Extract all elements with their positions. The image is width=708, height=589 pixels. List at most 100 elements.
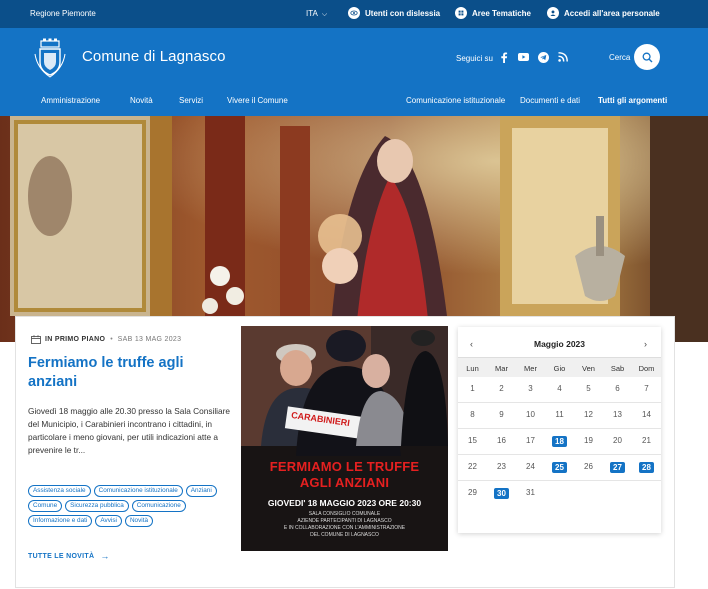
thematic-areas-label: Aree Tematiche — [472, 8, 531, 18]
tag-comune[interactable]: Comune — [28, 500, 63, 512]
calendar-day[interactable]: 2 — [487, 384, 516, 393]
nav-item-comunicazione-istituzionale[interactable]: Comunicazione istituzionale — [406, 96, 505, 105]
language-selector[interactable]: ITA ⌵ — [306, 9, 327, 19]
weekday-label: Mer — [524, 364, 537, 373]
facebook-icon[interactable] — [498, 51, 510, 63]
calendar-day[interactable]: 18 — [545, 436, 574, 447]
all-news-link[interactable]: TUTTE LE NOVITÀ → — [28, 551, 110, 561]
calendar-day[interactable]: 17 — [516, 436, 545, 445]
calendar-day[interactable]: 22 — [458, 462, 487, 471]
calendar-day[interactable]: 10 — [516, 410, 545, 419]
calendar-day[interactable]: 19 — [574, 436, 603, 445]
news-title[interactable]: Fermiamo le truffe agli anziani — [28, 354, 228, 392]
nav-item-novita[interactable]: Novità — [130, 96, 153, 105]
weekday-label: Ven — [582, 364, 595, 373]
news-poster-image[interactable]: CARABINIERI FERMIAMO LE TRUFFE AGLI ANZI… — [241, 326, 448, 551]
calendar-day[interactable]: 6 — [603, 384, 632, 393]
calendar-day[interactable]: 16 — [487, 436, 516, 445]
calendar-day[interactable]: 25 — [545, 462, 574, 473]
calendar-day[interactable]: 11 — [545, 410, 574, 419]
weekday-label: Lun — [466, 364, 479, 373]
tag-assistenza-sociale[interactable]: Assistenza sociale — [28, 485, 91, 497]
tag-informazione-e-dati[interactable]: Informazione e dati — [28, 515, 93, 527]
calendar-day[interactable]: 30 — [487, 488, 516, 499]
calendar-icon — [31, 335, 41, 344]
event-day-badge: 30 — [494, 488, 509, 499]
search-icon — [642, 52, 652, 62]
tag-avvisi[interactable]: Avvisi — [95, 515, 122, 527]
tag-comunicazione[interactable]: Comunicazione — [131, 500, 186, 512]
calendar-day[interactable]: 29 — [458, 488, 487, 497]
calendar-day[interactable]: 26 — [574, 462, 603, 471]
calendar-day[interactable]: 9 — [487, 410, 516, 419]
calendar-day[interactable]: 3 — [516, 384, 545, 393]
poster-detail-1: SALA CONSIGLIO COMUNALE — [308, 511, 381, 517]
poster-detail-2: AZIENDE PARTECIPANTI DI LAGNASCO — [297, 518, 392, 524]
youtube-icon[interactable] — [517, 51, 529, 63]
search-button[interactable] — [634, 44, 660, 70]
news-tags: Assistenza sociale Comunicazione istituz… — [28, 485, 233, 527]
calendar-day[interactable]: 27 — [603, 462, 632, 473]
tag-comunicazione-istituzionale[interactable]: Comunicazione istituzionale — [93, 485, 183, 497]
arrow-right-icon: → — [100, 551, 110, 561]
calendar-day[interactable]: 13 — [603, 410, 632, 419]
region-link[interactable]: Regione Piemonte — [30, 9, 96, 18]
thematic-areas-link[interactable]: Aree Tematiche — [455, 7, 531, 19]
weekday-label: Gio — [553, 364, 566, 373]
site-header: Comune di Lagnasco Seguici su Cerca Ammi… — [0, 28, 708, 116]
dyslexia-label: Utenti con dislessia — [365, 8, 441, 18]
nav-item-vivere-il-comune[interactable]: Vivere il Comune — [227, 96, 288, 105]
poster-detail-3: E IN COLLABORAZIONE CON L'AMMINISTRAZION… — [283, 525, 406, 531]
events-calendar: ‹ Maggio 2023 › Lun Mar Mer Gio Ven Sab … — [458, 327, 661, 533]
poster-date: GIOVEDI' 18 MAGGIO 2023 ORE 20:30 — [267, 498, 422, 508]
calendar-row-divider — [458, 454, 661, 455]
calendar-day[interactable]: 7 — [632, 384, 661, 393]
news-date: SAB 13 MAG 2023 — [117, 336, 182, 343]
nav-item-amministrazione[interactable]: Amministrazione — [41, 96, 100, 105]
calendar-next-button[interactable]: › — [644, 339, 647, 349]
calendar-day[interactable]: 14 — [632, 410, 661, 419]
calendar-day[interactable]: 23 — [487, 462, 516, 471]
calendar-day[interactable]: 31 — [516, 488, 545, 497]
personal-area-label: Accedi all'area personale — [564, 8, 660, 18]
municipality-crest-icon[interactable] — [33, 38, 67, 78]
calendar-day[interactable]: 20 — [603, 436, 632, 445]
calendar-weekdays: Lun Mar Mer Gio Ven Sab Dom — [458, 357, 661, 377]
news-category: IN PRIMO PIANO — [45, 336, 106, 343]
all-news-label: TUTTE LE NOVITÀ — [28, 552, 95, 560]
weekday-label: Dom — [638, 364, 655, 373]
poster-detail-4: DEL COMUNE DI LAGNASCO — [310, 532, 379, 538]
telegram-icon[interactable] — [537, 51, 549, 63]
calendar-day[interactable]: 12 — [574, 410, 603, 419]
calendar-day[interactable]: 15 — [458, 436, 487, 445]
tag-anziani[interactable]: Anziani — [185, 485, 217, 497]
calendar-day[interactable]: 21 — [632, 436, 661, 445]
rss-icon[interactable] — [557, 51, 569, 63]
calendar-day[interactable]: 4 — [545, 384, 574, 393]
tag-sicurezza-pubblica[interactable]: Sicurezza pubblica — [65, 500, 129, 512]
nav-item-servizi[interactable]: Servizi — [179, 96, 203, 105]
separator: • — [110, 336, 113, 343]
chevron-down-icon: ⌵ — [321, 11, 328, 18]
poster-headline-1: FERMIAMO LE TRUFFE — [269, 459, 420, 474]
tag-novita[interactable]: Novità — [124, 515, 154, 527]
site-title[interactable]: Comune di Lagnasco — [82, 48, 226, 65]
calendar-day[interactable]: 8 — [458, 410, 487, 419]
nav-item-documenti-e-dati[interactable]: Documenti e dati — [520, 96, 580, 105]
calendar-day[interactable]: 1 — [458, 384, 487, 393]
event-day-badge: 28 — [639, 462, 654, 473]
calendar-row-divider — [458, 402, 661, 403]
personal-area-link[interactable]: Accedi all'area personale — [547, 7, 660, 19]
user-icon — [547, 7, 559, 19]
poster-headline-2: AGLI ANZIANI — [299, 475, 390, 490]
nav-item-tutti-gli-argomenti[interactable]: Tutti gli argomenti — [598, 96, 667, 105]
event-day-badge: 18 — [552, 436, 567, 447]
search-label: Cerca — [609, 53, 631, 62]
weekday-label: Mar — [495, 364, 508, 373]
calendar-day[interactable]: 28 — [632, 462, 661, 473]
calendar-day[interactable]: 24 — [516, 462, 545, 471]
dyslexia-link[interactable]: Utenti con dislessia — [348, 7, 440, 19]
grid-icon — [455, 7, 467, 19]
calendar-day[interactable]: 5 — [574, 384, 603, 393]
hero-image — [0, 116, 708, 342]
